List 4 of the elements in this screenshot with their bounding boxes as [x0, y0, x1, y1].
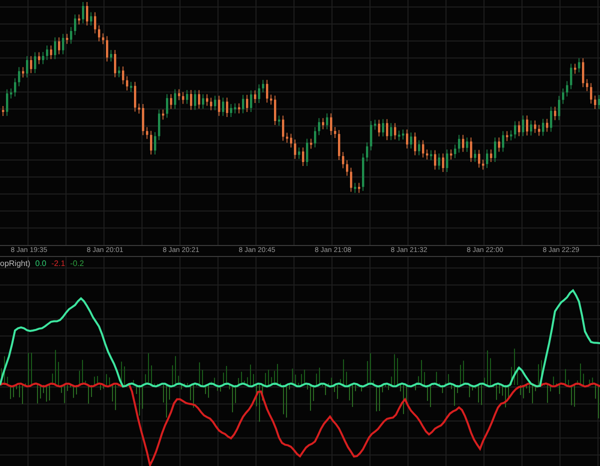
indicator-value: -0.2 — [70, 259, 84, 269]
indicator-value: -2.1 — [51, 259, 66, 269]
indicator-name: opRight) — [0, 259, 30, 269]
indicator-value: 0.0 — [35, 259, 46, 269]
